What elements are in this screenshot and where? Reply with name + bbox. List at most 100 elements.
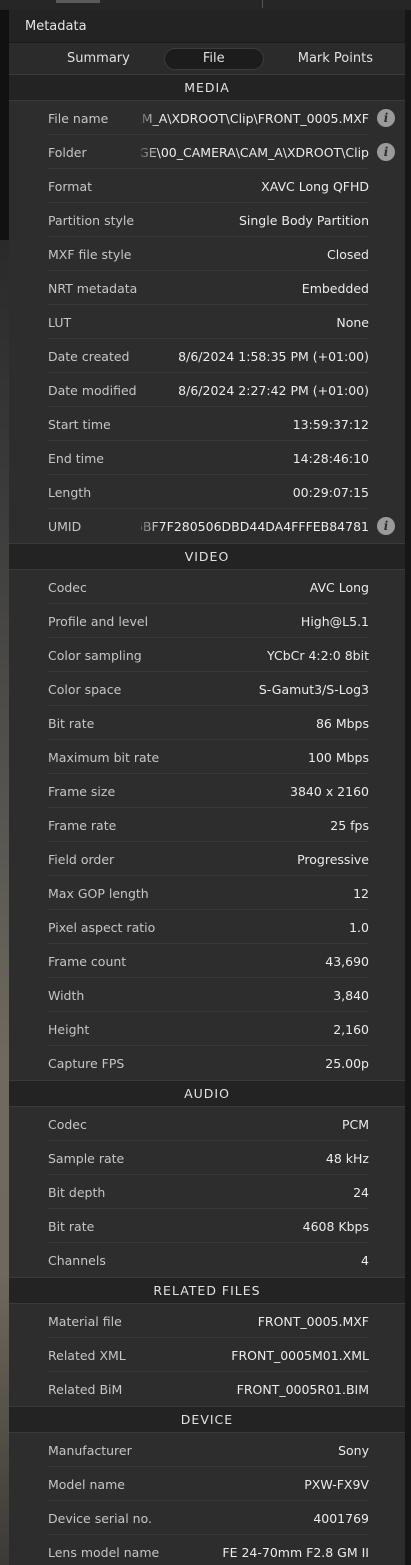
value-length: 00:29:07:15 [292,484,369,500]
row-partition-style: Partition style Single Body Partition [9,203,405,237]
row-color-sampling: Color sampling YCbCr 4:2:0 8bit [9,638,405,672]
section-header-audio: AUDIO [9,1080,405,1107]
viewer-background-top [0,10,9,240]
row-field-order: Field order Progressive [9,842,405,876]
row-capture-fps: Capture FPS 25.00p [9,1046,405,1080]
row-height: Height 2,160 [9,1012,405,1046]
value-frame-rate: 25 fps [330,817,369,833]
value-date-created: 8/6/2024 1:58:35 PM (+01:00) [178,348,369,364]
tab-summary[interactable]: Summary [67,51,130,66]
row-folder: Folder STAGE\00_CAMERA\CAM_A\XDROOT\Clip… [9,135,405,169]
app-tab-separator [262,0,263,8]
row-umid: UMID 060A2B340101010501010D4313000000A38… [9,509,405,543]
row-lut: LUT None [9,305,405,339]
row-related-bim: Related BiM FRONT_0005R01.BIM [9,1372,405,1406]
value-folder: STAGE\00_CAMERA\CAM_A\XDROOT\Clip [141,144,369,160]
row-audio-bit-rate: Bit rate 4608 Kbps [9,1209,405,1243]
right-edge-background [404,10,411,1565]
row-video-bit-rate: Bit rate 86 Mbps [9,706,405,740]
label-lut: LUT [48,314,72,330]
metadata-panel: Metadata Summary File Mark Points MEDIA … [9,10,405,1565]
row-channels: Channels 4 [9,1243,405,1277]
value-date-modified: 8/6/2024 2:27:42 PM (+01:00) [178,382,369,398]
row-device-serial: Device serial no. 4001769 [9,1501,405,1535]
row-manufacturer: Manufacturer Sony [9,1433,405,1467]
value-field-order: Progressive [297,851,369,867]
label-video-codec: Codec [48,579,87,595]
info-icon[interactable]: i [377,109,395,127]
label-width: Width [48,987,85,1003]
row-pixel-aspect-ratio: Pixel aspect ratio 1.0 [9,910,405,944]
row-frame-rate: Frame rate 25 fps [9,808,405,842]
value-height: 2,160 [333,1021,369,1037]
label-device-serial: Device serial no. [48,1510,152,1526]
label-field-order: Field order [48,851,115,867]
row-related-xml: Related XML FRONT_0005M01.XML [9,1338,405,1372]
value-frame-size: 3840 x 2160 [290,783,369,799]
label-max-gop-length: Max GOP length [48,885,149,901]
value-format: XAVC Long QFHD [261,178,369,194]
row-date-created: Date created 8/6/2024 1:58:35 PM (+01:00… [9,339,405,373]
label-manufacturer: Manufacturer [48,1442,132,1458]
label-umid: UMID [48,518,82,534]
section-header-media: MEDIA [9,74,405,101]
value-umid: 060A2B340101010501010D4313000000A386BF7F… [141,518,369,534]
value-related-bim: FRONT_0005R01.BIM [236,1381,369,1397]
row-frame-count: Frame count 43,690 [9,944,405,978]
value-capture-fps: 25.00p [325,1055,369,1071]
value-max-gop-length: 12 [353,885,369,901]
row-bit-depth: Bit depth 24 [9,1175,405,1209]
label-color-sampling: Color sampling [48,647,142,663]
row-frame-size: Frame size 3840 x 2160 [9,774,405,808]
label-frame-rate: Frame rate [48,817,117,833]
label-channels: Channels [48,1252,106,1268]
label-date-modified: Date modified [48,382,137,398]
label-related-xml: Related XML [48,1347,126,1363]
value-file-name: CAM_A\XDROOT\Clip\FRONT_0005.MXF [141,110,369,126]
label-lens-model-name: Lens model name [48,1544,160,1560]
label-bit-depth: Bit depth [48,1184,106,1200]
info-icon[interactable]: i [377,143,395,161]
value-max-bit-rate: 100 Mbps [308,749,369,765]
value-material-file: FRONT_0005.MXF [257,1313,369,1329]
value-model-name: PXW-FX9V [304,1476,369,1492]
row-date-modified: Date modified 8/6/2024 2:27:42 PM (+01:0… [9,373,405,407]
row-max-gop-length: Max GOP length 12 [9,876,405,910]
row-end-time: End time 14:28:46:10 [9,441,405,475]
label-material-file: Material file [48,1313,122,1329]
label-mxf-file-style: MXF file style [48,246,132,262]
value-lens-model-name: FE 24-70mm F2.8 GM II [222,1544,369,1560]
value-sample-rate: 48 kHz [325,1150,369,1166]
label-pixel-aspect-ratio: Pixel aspect ratio [48,919,156,935]
label-model-name: Model name [48,1476,125,1492]
tab-file[interactable]: File [163,47,264,70]
value-mxf-file-style: Closed [327,246,369,262]
metadata-tabs: Summary File Mark Points [9,43,405,74]
panel-titlebar: Metadata [9,10,405,43]
label-length: Length [48,484,92,500]
label-partition-style: Partition style [48,212,135,228]
label-color-space: Color space [48,681,122,697]
label-max-bit-rate: Maximum bit rate [48,749,160,765]
row-start-time: Start time 13:59:37:12 [9,407,405,441]
label-audio-codec: Codec [48,1116,87,1132]
value-color-sampling: YCbCr 4:2:0 8bit [267,647,369,663]
row-max-bit-rate: Maximum bit rate 100 Mbps [9,740,405,774]
info-icon[interactable]: i [377,517,395,535]
section-header-related-files: RELATED FILES [9,1277,405,1304]
label-height: Height [48,1021,90,1037]
row-color-space: Color space S-Gamut3/S-Log3 [9,672,405,706]
value-nrt-metadata: Embedded [301,280,369,296]
tab-mark-points[interactable]: Mark Points [298,51,373,66]
row-nrt-metadata: NRT metadata Embedded [9,271,405,305]
value-audio-codec: PCM [341,1116,369,1132]
label-end-time: End time [48,450,104,466]
value-related-xml: FRONT_0005M01.XML [231,1347,369,1363]
row-length: Length 00:29:07:15 [9,475,405,509]
value-device-serial: 4001769 [313,1510,369,1526]
label-frame-size: Frame size [48,783,116,799]
app-tab-stub [56,0,100,3]
label-video-bit-rate: Bit rate [48,715,95,731]
row-width: Width 3,840 [9,978,405,1012]
panel-title: Metadata [25,18,87,34]
